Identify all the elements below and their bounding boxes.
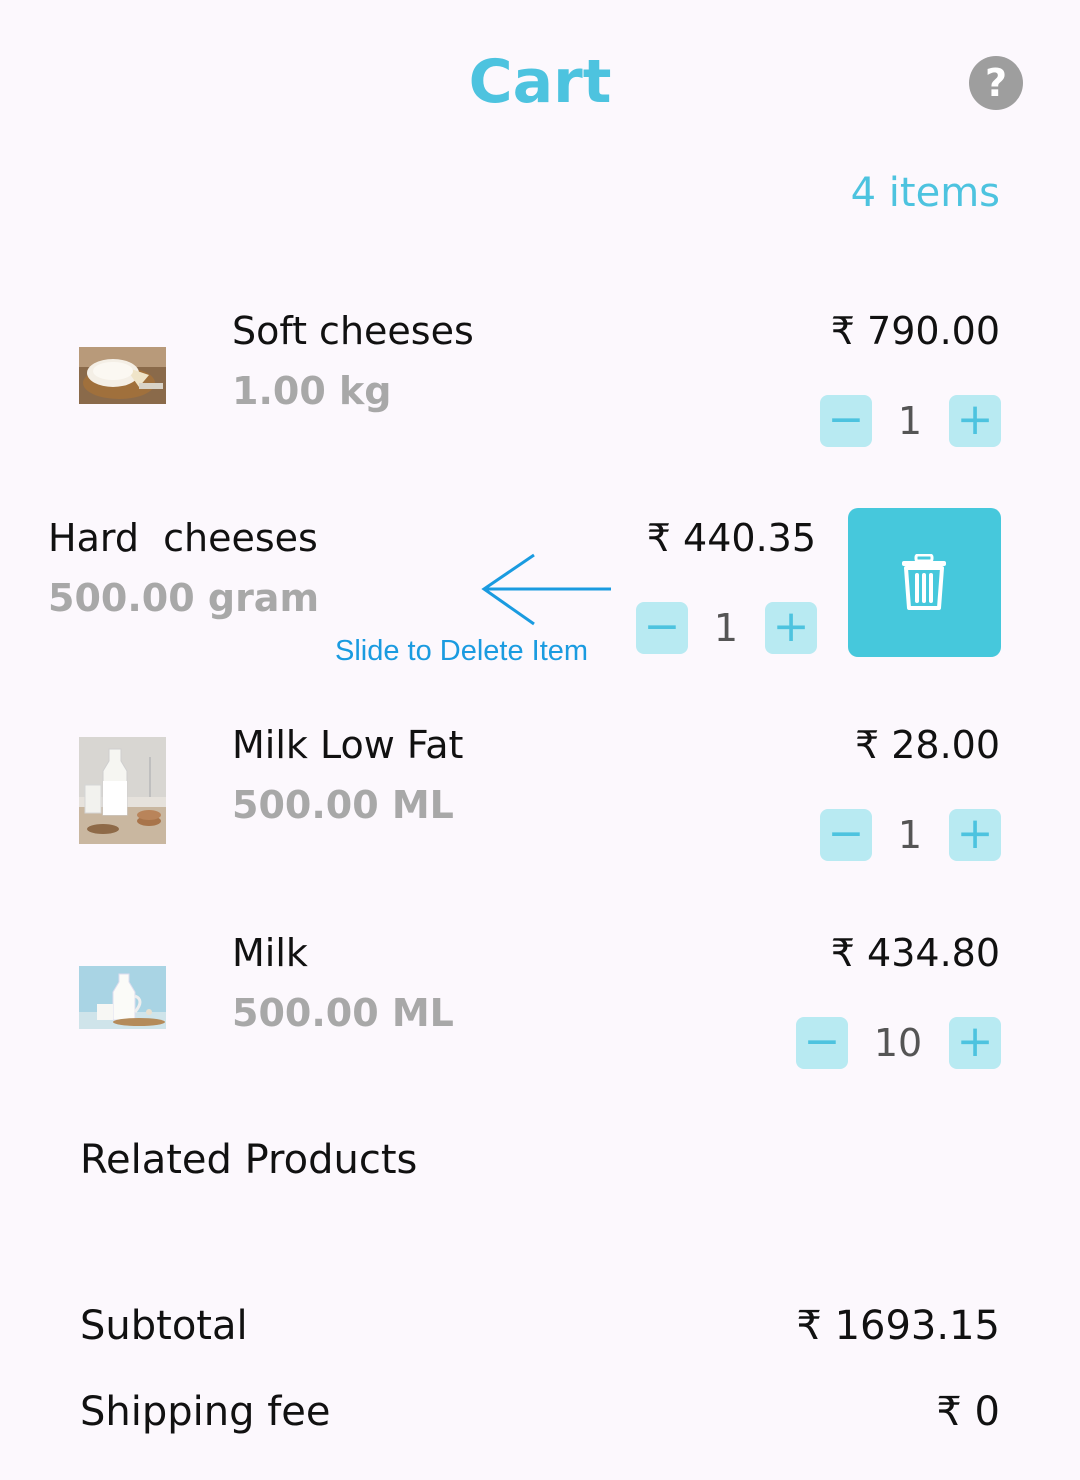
item-name: Soft cheeses (232, 309, 474, 353)
cart-screen: Cart ? 4 items Soft cheeses 1.00 kg ₹ 79… (0, 0, 1080, 1480)
increase-quantity-button[interactable]: + (949, 395, 1001, 447)
arrow-left-icon (481, 553, 611, 626)
item-quantity-label: 500.00 gram (48, 576, 320, 620)
item-price: ₹ 790.00 (830, 309, 1000, 353)
decrease-quantity-button[interactable]: − (820, 395, 872, 447)
item-price: ₹ 434.80 (830, 931, 1000, 975)
milk-jug-photo (79, 966, 166, 1029)
increase-quantity-button[interactable]: + (765, 602, 817, 654)
item-quantity-label: 500.00 ML (232, 991, 454, 1035)
quantity-value: 10 (873, 1021, 923, 1065)
related-products-heading: Related Products (80, 1137, 418, 1183)
trash-icon (902, 554, 946, 610)
decrease-quantity-button[interactable]: − (636, 602, 688, 654)
soft-cheese-photo (79, 347, 166, 404)
increase-quantity-button[interactable]: + (949, 1017, 1001, 1069)
quantity-value: 1 (897, 399, 923, 443)
item-count: 4 items (850, 170, 1000, 216)
milk-bottle-photo (79, 737, 166, 844)
help-circle-icon[interactable]: ? (969, 56, 1023, 110)
swipe-hint-text: Slide to Delete Item (335, 635, 589, 667)
shipping-fee-label: Shipping fee (80, 1389, 331, 1435)
page-title: Cart (468, 47, 612, 117)
item-name: Milk (232, 931, 308, 975)
increase-quantity-button[interactable]: + (949, 809, 1001, 861)
subtotal-value: ₹ 1693.15 (796, 1303, 1000, 1349)
shipping-fee-value: ₹ 0 (936, 1389, 1000, 1435)
item-quantity-label: 1.00 kg (232, 369, 392, 413)
decrease-quantity-button[interactable]: − (820, 809, 872, 861)
subtotal-label: Subtotal (80, 1303, 248, 1349)
item-price: ₹ 440.35 (646, 516, 816, 560)
item-name: Milk Low Fat (232, 723, 464, 767)
quantity-value: 1 (897, 813, 923, 857)
decrease-quantity-button[interactable]: − (796, 1017, 848, 1069)
item-name: Hard cheeses (48, 516, 318, 560)
item-price: ₹ 28.00 (854, 723, 1000, 767)
item-quantity-label: 500.00 ML (232, 783, 454, 827)
delete-item-button[interactable] (848, 508, 1001, 657)
quantity-value: 1 (713, 606, 739, 650)
